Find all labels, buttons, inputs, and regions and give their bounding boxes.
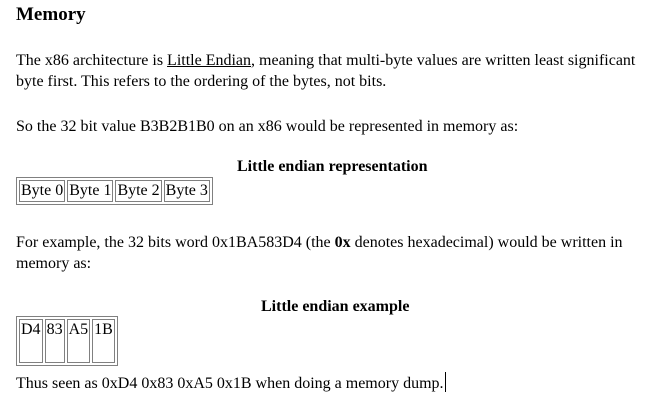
example-paragraph: For example, the 32 bits word 0x1BA583D4… bbox=[16, 232, 646, 274]
intro-paragraph: The x86 architecture is Little Endian, m… bbox=[16, 50, 646, 92]
byte-cell: Byte 1 bbox=[67, 180, 114, 202]
byte-cell: 1B bbox=[92, 319, 115, 363]
intro-text-before: The x86 architecture is bbox=[16, 52, 168, 69]
hex-prefix-bold: 0x bbox=[334, 234, 351, 251]
example-caption: Little endian example bbox=[261, 298, 410, 315]
byte-cell: 83 bbox=[44, 319, 65, 363]
byte-cell: A5 bbox=[66, 319, 91, 363]
byte-cell: Byte 3 bbox=[163, 180, 210, 202]
dump-text: Thus seen as 0xD4 0x83 0xA5 0x1B when do… bbox=[16, 375, 444, 392]
little-endian-link[interactable]: Little Endian bbox=[167, 52, 251, 69]
table-row: D4 83 A5 1B bbox=[19, 319, 115, 363]
example-table: D4 83 A5 1B bbox=[16, 316, 118, 366]
value-paragraph: So the 32 bit value B3B2B1B0 on an x86 w… bbox=[16, 118, 519, 135]
byte-cell: Byte 0 bbox=[19, 180, 66, 202]
byte-cell: D4 bbox=[19, 319, 43, 363]
text-cursor bbox=[444, 372, 446, 392]
section-heading: Memory bbox=[16, 4, 86, 25]
example-text-before: For example, the 32 bits word 0x1BA583D4… bbox=[16, 234, 335, 251]
byte-cell: Byte 2 bbox=[115, 180, 162, 202]
table-row: Byte 0 Byte 1 Byte 2 Byte 3 bbox=[19, 180, 210, 202]
representation-caption: Little endian representation bbox=[237, 158, 428, 175]
representation-table: Byte 0 Byte 1 Byte 2 Byte 3 bbox=[16, 177, 213, 205]
dump-paragraph[interactable]: Thus seen as 0xD4 0x83 0xA5 0x1B when do… bbox=[16, 372, 446, 394]
